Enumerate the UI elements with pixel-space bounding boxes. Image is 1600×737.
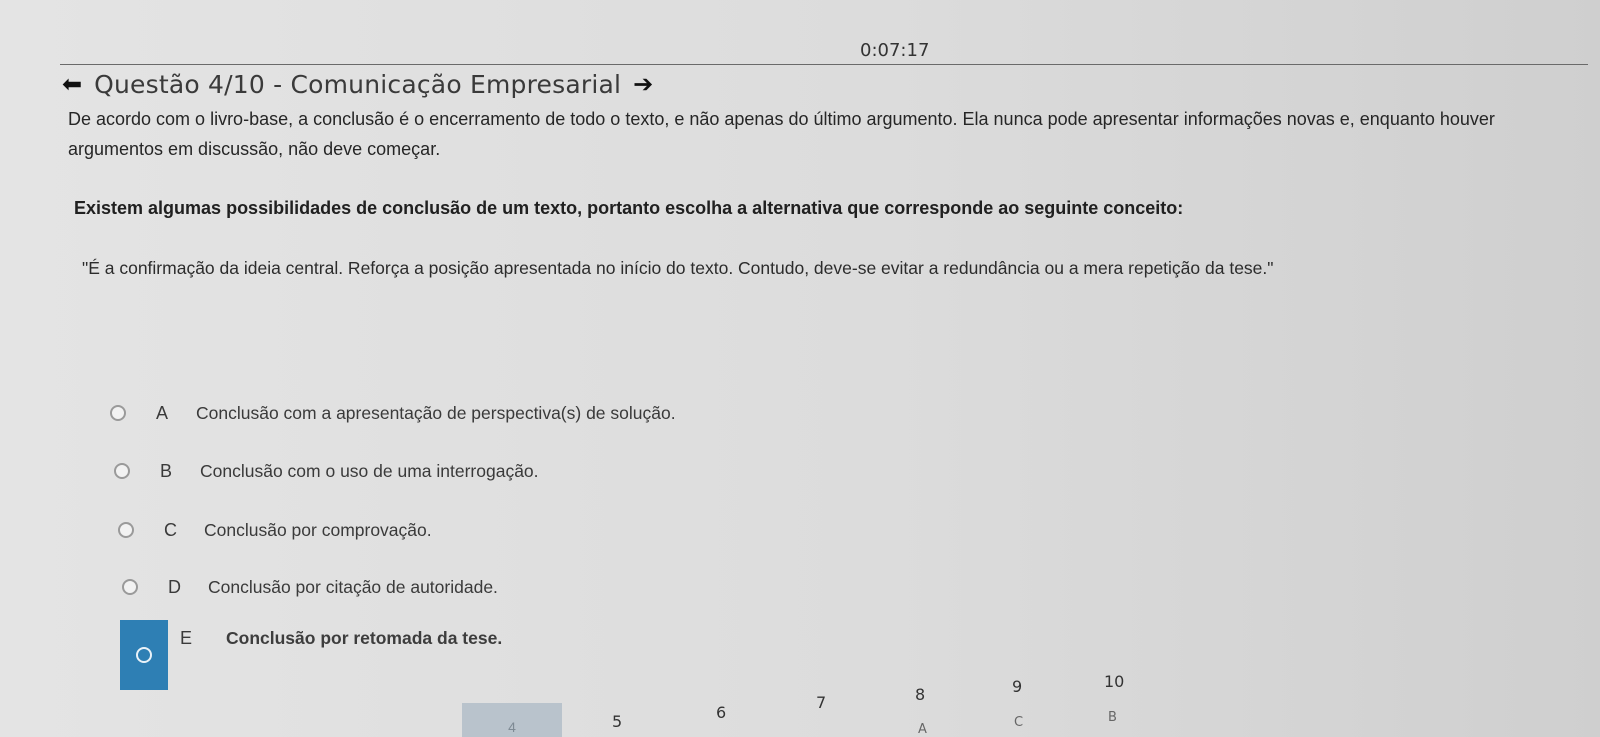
option-c[interactable]: C Conclusão por comprovação. bbox=[118, 515, 432, 545]
option-text: Conclusão por comprovação. bbox=[204, 519, 432, 540]
nav-question-4[interactable]: 4 bbox=[462, 703, 562, 737]
option-letter: B bbox=[160, 460, 173, 481]
option-text: Conclusão por retomada da tese. bbox=[226, 627, 503, 648]
option-text: Conclusão com o uso de uma interrogação. bbox=[200, 460, 539, 481]
radio-icon[interactable] bbox=[118, 522, 134, 538]
arrow-right-icon[interactable]: ➔ bbox=[633, 72, 653, 97]
radio-selected-icon[interactable] bbox=[136, 647, 152, 663]
option-b[interactable]: B Conclusão com o uso de uma interrogaçã… bbox=[114, 456, 539, 486]
question-statement: De acordo com o livro-base, a conclusão … bbox=[68, 109, 1495, 159]
header-divider bbox=[60, 64, 1588, 65]
option-text: Conclusão com a apresentação de perspect… bbox=[196, 402, 676, 423]
option-a[interactable]: A Conclusão com a apresentação de perspe… bbox=[110, 398, 676, 428]
nav-answer-9: C bbox=[1014, 715, 1024, 730]
question-prompt: Existem algumas possibilidades de conclu… bbox=[74, 198, 1184, 218]
arrow-left-icon[interactable]: ⬅ bbox=[62, 72, 82, 97]
nav-question-7[interactable]: 7 bbox=[816, 693, 826, 712]
question-title: Questão 4/10 - Comunicação Empresarial bbox=[94, 70, 622, 99]
concept-quote: "É a confirmação da ideia central. Refor… bbox=[82, 258, 1274, 278]
question-header: ⬅ Questão 4/10 - Comunicação Empresarial… bbox=[62, 70, 653, 99]
timer: 0:07:17 bbox=[860, 40, 930, 61]
radio-icon[interactable] bbox=[114, 463, 130, 479]
nav-answer-10: B bbox=[1108, 710, 1117, 725]
option-d[interactable]: D Conclusão por citação de autoridade. bbox=[122, 572, 498, 602]
nav-answer-8: A bbox=[918, 722, 927, 737]
nav-question-8[interactable]: 8 bbox=[915, 685, 925, 704]
option-letter: C bbox=[164, 519, 177, 540]
radio-icon[interactable] bbox=[110, 405, 126, 421]
option-letter: A bbox=[156, 402, 169, 423]
option-letter: E bbox=[180, 627, 193, 648]
option-letter: D bbox=[168, 576, 181, 597]
radio-icon[interactable] bbox=[122, 579, 138, 595]
nav-question-6[interactable]: 6 bbox=[716, 703, 726, 722]
quiz-page: 0:07:17 ⬅ Questão 4/10 - Comunicação Emp… bbox=[0, 0, 1600, 737]
selected-marker[interactable] bbox=[120, 620, 168, 690]
nav-question-5[interactable]: 5 bbox=[612, 712, 622, 731]
option-e-selected[interactable]: E Conclusão por retomada da tese. bbox=[120, 620, 502, 690]
nav-question-10[interactable]: 10 bbox=[1104, 672, 1124, 691]
option-text: Conclusão por citação de autoridade. bbox=[208, 576, 498, 597]
nav-question-9[interactable]: 9 bbox=[1012, 677, 1022, 696]
